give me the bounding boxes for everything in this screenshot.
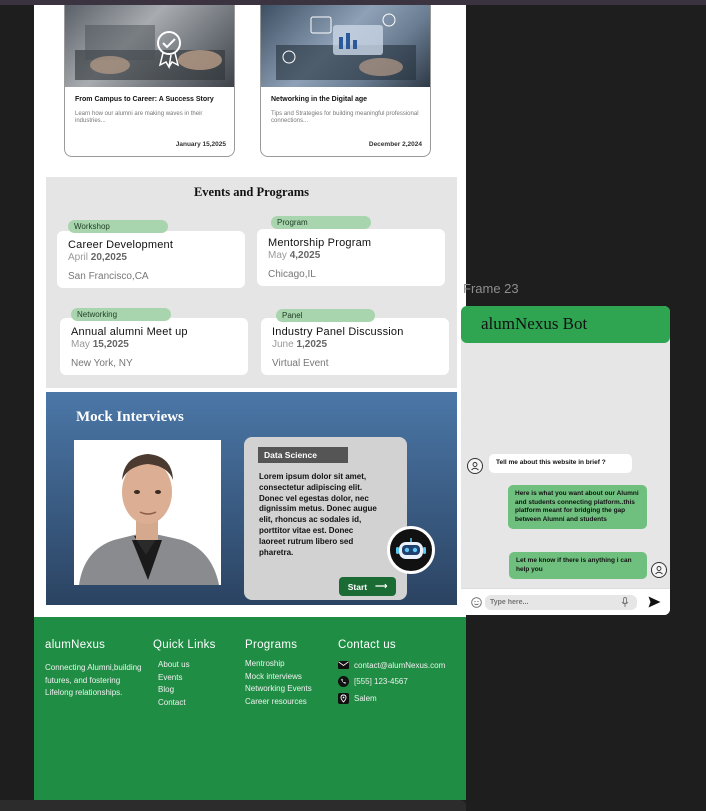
event-card[interactable]: Mentorship Program May 4,2025 Chicago,IL — [257, 229, 445, 286]
event-date: June 1,2025 — [272, 339, 328, 350]
robot-icon — [396, 538, 426, 559]
chat-input-bar — [461, 588, 670, 615]
footer-program-item[interactable]: Mock interviews — [245, 671, 312, 684]
arrow-right-icon: ⟶ — [375, 581, 388, 591]
footer-programs: Programs Mentroship Mock interviews Netw… — [245, 639, 312, 708]
footer-program-item[interactable]: Mentroship — [245, 658, 312, 671]
topic-label: Data Science — [258, 447, 348, 463]
mail-icon — [338, 661, 349, 670]
event-title: Mentorship Program — [268, 237, 372, 249]
blog-title: From Campus to Career: A Success Story — [75, 96, 214, 103]
event-title: Industry Panel Discussion — [272, 326, 404, 338]
event-card[interactable]: Career Development April 20,2025 San Fra… — [57, 231, 245, 288]
footer-link-events[interactable]: Events — [158, 672, 216, 685]
contact-location-row[interactable]: Salem — [338, 692, 445, 705]
footer-link-about[interactable]: About us — [158, 659, 216, 672]
frame-label[interactable]: Frame 23 — [463, 281, 519, 296]
footer-program-item[interactable]: Career resources — [245, 696, 312, 709]
event-tag: Program — [271, 216, 371, 229]
event-tag: Panel — [276, 309, 375, 322]
event-location: San Francisco,CA — [68, 271, 149, 282]
start-interview-button[interactable]: Start ⟶ — [339, 577, 396, 596]
events-heading: Events and Programs — [193, 185, 310, 199]
mock-interviews-section: Mock Interviews Data Science Lorem ipsum… — [46, 392, 457, 605]
chatbot-title: alumNexus Bot — [481, 314, 588, 333]
bot-message: Let me know if there is anything i can h… — [509, 552, 647, 579]
event-date: May 4,2025 — [268, 250, 321, 261]
event-title: Career Development — [68, 239, 174, 251]
microphone-icon[interactable] — [621, 597, 629, 608]
canvas-bottom-bar — [0, 800, 466, 811]
footer-quick-links: Quick Links About us Events Blog Contact — [153, 639, 216, 709]
footer-brand-text: Connecting Alumni,building futures, and … — [45, 663, 142, 697]
blog-date: January 15,2025 — [175, 141, 226, 148]
blog-card[interactable]: Networking in the Digital age Tips and S… — [260, 5, 431, 157]
footer-link-blog[interactable]: Blog — [158, 684, 216, 697]
footer-link-contact[interactable]: Contact — [158, 697, 216, 710]
blog-date: December 2,2024 — [368, 141, 422, 148]
location-pin-icon — [338, 692, 349, 704]
blog-description: Tips and Strategies for building meaning… — [271, 111, 419, 124]
footer-brand: alumNexus — [45, 639, 106, 651]
bot-avatar-icon — [651, 562, 667, 578]
topic-description: Lorem ipsum dolor sit amet, consectetur … — [259, 472, 377, 557]
user-message: Tell me about this website in brief ? — [489, 454, 632, 473]
blog-title: Networking in the Digital age — [271, 96, 368, 103]
chatbot-window: alumNexus Bot Tell me about this website… — [461, 306, 670, 615]
phone-icon — [338, 676, 349, 688]
event-date: May 15,2025 — [71, 339, 129, 350]
interview-topic-card: Data Science Lorem ipsum dolor sit amet,… — [244, 437, 407, 600]
site-footer: alumNexus Connecting Alumni,building fut… — [34, 617, 466, 800]
event-title: Annual alumni Meet up — [71, 326, 188, 338]
contact-phone-row[interactable]: [555] 123-4567 — [338, 676, 445, 689]
footer-contact: Contact us contact@alumNexus.com [555] 1… — [338, 639, 445, 709]
event-tag: Networking — [71, 308, 171, 321]
contact-title: Contact us — [338, 639, 396, 651]
event-location: Chicago,IL — [268, 269, 316, 280]
chat-message-input[interactable] — [485, 595, 637, 610]
event-location: Virtual Event — [272, 358, 329, 369]
footer-brand-column: alumNexus Connecting Alumni,building fut… — [45, 639, 150, 700]
mock-heading: Mock Interviews — [76, 409, 184, 425]
programs-title: Programs — [245, 639, 298, 651]
event-card[interactable]: Industry Panel Discussion June 1,2025 Vi… — [261, 318, 449, 375]
send-icon[interactable] — [648, 596, 661, 608]
contact-email-row[interactable]: contact@alumNexus.com — [338, 659, 445, 672]
interviewer-photo — [74, 440, 221, 585]
chatbot-launcher-button[interactable] — [387, 526, 435, 574]
chatbot-header: alumNexus Bot — [461, 306, 670, 343]
user-avatar-icon — [467, 458, 483, 474]
footer-program-item[interactable]: Networking Events — [245, 683, 312, 696]
bot-message: Here is what you want about our Alumni a… — [508, 485, 647, 529]
event-date: April 20,2025 — [68, 252, 127, 263]
event-location: New York, NY — [71, 358, 133, 369]
emoji-icon[interactable] — [471, 597, 482, 608]
blog-image-laptop-analytics — [261, 5, 430, 87]
blog-image-laptop-award — [65, 5, 234, 87]
website-frame: From Campus to Career: A Success Story L… — [34, 5, 466, 617]
events-section: Events and Programs Career Development A… — [46, 177, 457, 388]
blog-description: Learn how our alumni are making waves in… — [75, 111, 203, 124]
event-tag: Workshop — [68, 220, 168, 233]
quick-links-title: Quick Links — [153, 639, 216, 651]
blog-card[interactable]: From Campus to Career: A Success Story L… — [64, 5, 235, 157]
event-card[interactable]: Annual alumni Meet up May 15,2025 New Yo… — [60, 318, 248, 375]
